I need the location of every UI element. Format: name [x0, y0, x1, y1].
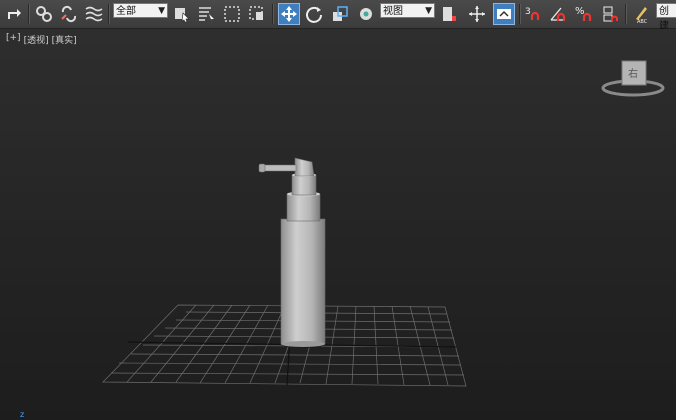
selection-filter-dropdown[interactable]: 全部 ▼	[113, 3, 168, 18]
unlink-icon[interactable]	[58, 3, 80, 25]
select-by-name-icon[interactable]	[195, 3, 217, 25]
spray-bottle-object[interactable]	[258, 157, 326, 348]
select-and-scale-icon[interactable]	[329, 3, 351, 25]
pivot-center-icon[interactable]	[438, 3, 460, 25]
selection-filter-value: 全部	[116, 6, 136, 17]
scene-canvas: 右	[102, 60, 665, 387]
rectangular-selection-region-icon[interactable]	[221, 3, 243, 25]
reference-coordinate-dropdown[interactable]: 视图 ▼	[380, 3, 435, 18]
perspective-viewport[interactable]: [+] [透视] [真实] 右 z	[0, 29, 676, 420]
select-and-rotate-icon[interactable]	[303, 3, 325, 25]
viewcube[interactable]: 右	[601, 60, 665, 97]
percent-snap-icon[interactable]: %	[574, 3, 596, 25]
snaps-toggle-icon[interactable]: 3	[523, 3, 545, 25]
select-and-place-icon[interactable]	[355, 3, 377, 25]
svg-text:3: 3	[525, 7, 531, 17]
redo-icon[interactable]	[4, 3, 26, 25]
link-icon[interactable]	[33, 3, 55, 25]
keyboard-shortcut-override-icon[interactable]	[493, 3, 515, 25]
reference-coordinate-value: 视图	[383, 6, 403, 17]
svg-text:ABC: ABC	[637, 19, 648, 24]
angle-snap-icon[interactable]	[548, 3, 570, 25]
axis-tripod-z-label: z	[20, 410, 25, 419]
manipulate-icon[interactable]	[466, 3, 488, 25]
edit-named-selection-icon[interactable]: ABC	[630, 3, 652, 25]
select-and-move-icon[interactable]	[278, 3, 300, 25]
viewcube-face-label: 右	[628, 67, 638, 80]
spinner-snap-icon[interactable]	[599, 3, 621, 25]
window-crossing-icon[interactable]	[246, 3, 268, 25]
svg-text:%: %	[575, 6, 585, 17]
main-toolbar: 全部 ▼ 视图 ▼ 3 % ABC 创建	[0, 0, 676, 32]
named-selection-set-field[interactable]: 创建	[656, 3, 676, 32]
select-object-icon[interactable]	[171, 3, 193, 25]
bind-space-warp-icon[interactable]	[83, 3, 105, 25]
